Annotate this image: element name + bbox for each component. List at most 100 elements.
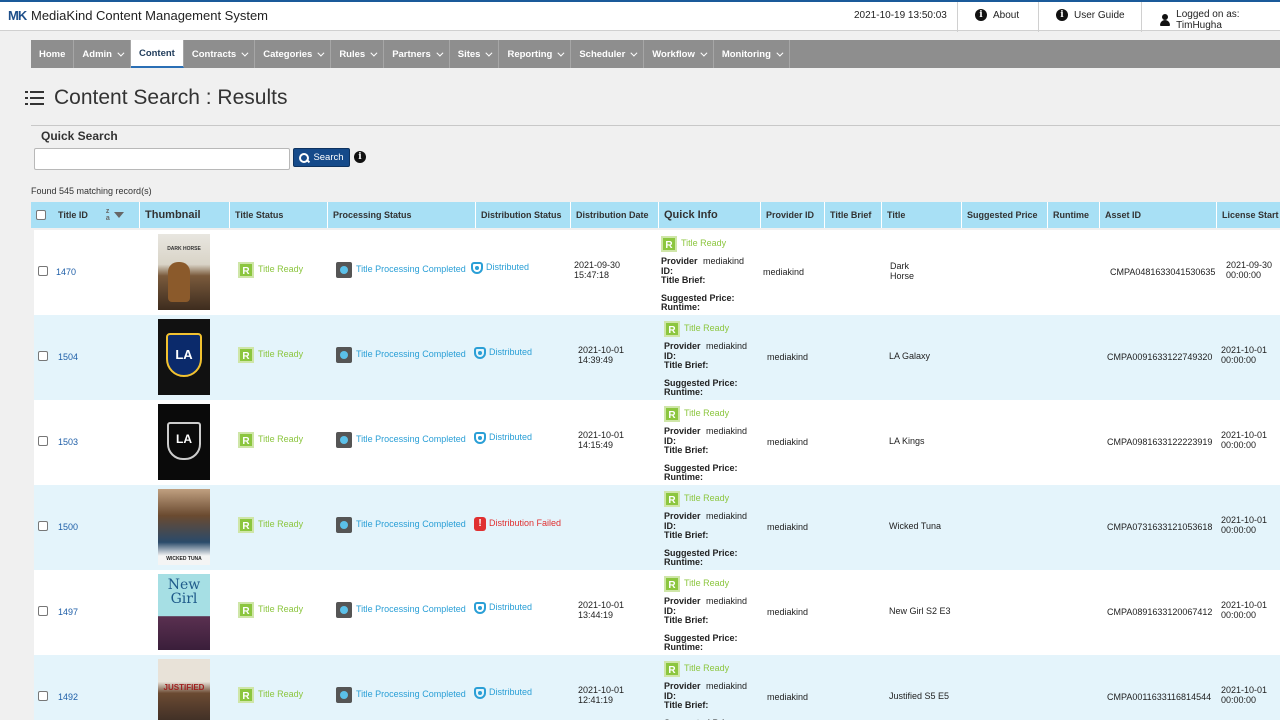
- title-status-label: Title Ready: [258, 349, 304, 360]
- column-header-distribution-status[interactable]: Distribution Status: [476, 202, 571, 228]
- distributed-icon: [471, 262, 483, 274]
- nav-item-rules[interactable]: Rules: [331, 40, 385, 68]
- column-header-title-status[interactable]: Title Status: [230, 202, 328, 228]
- title-id-link[interactable]: 1492: [58, 692, 78, 702]
- quick-info-provider: Provider ID: mediakind: [661, 256, 756, 276]
- nav-item-label: Home: [39, 48, 66, 60]
- table-row[interactable]: 1497 New Girl R Title Ready Title Processing …: [34, 570, 1280, 655]
- title-id-link[interactable]: 1504: [58, 352, 78, 362]
- quick-info-details: Provider ID:mediakindTitle Brief:Suggest…: [661, 256, 756, 313]
- user-menu[interactable]: Logged on as: TimHugha: [1159, 9, 1280, 31]
- quick-info-status-label: Title Ready: [684, 323, 730, 334]
- error-icon: !: [474, 517, 486, 531]
- title-id-link[interactable]: 1503: [58, 437, 78, 447]
- processing-status[interactable]: Title Processing Completed: [336, 517, 466, 533]
- quick-search-input[interactable]: [34, 148, 290, 170]
- processing-status-label: Title Processing Completed: [356, 264, 466, 275]
- column-header-asset-id[interactable]: Asset ID: [1100, 202, 1217, 228]
- processing-status[interactable]: Title Processing Completed: [336, 687, 466, 703]
- distribution-status[interactable]: Distributed: [474, 432, 532, 444]
- title-ready-icon: R: [238, 517, 254, 533]
- column-header-label: Suggested Price: [967, 210, 1038, 220]
- film-icon: [336, 262, 352, 278]
- distribution-status[interactable]: Distributed: [471, 262, 529, 274]
- nav-item-workflow[interactable]: Workflow: [644, 40, 714, 68]
- about-link[interactable]: i About: [975, 9, 1019, 21]
- distribution-status[interactable]: ! Distribution Failed: [474, 517, 561, 531]
- title-status: R Title Ready: [238, 347, 303, 363]
- nav-item-reporting[interactable]: Reporting: [499, 40, 572, 68]
- results-grid: Title ID z a Thumbnail Title Status Processin…: [31, 202, 1280, 720]
- license-start: 2021-10-01 00:00:00: [1221, 685, 1268, 705]
- thumbnail-la-kings[interactable]: LA: [158, 404, 210, 480]
- title-ready-icon: R: [238, 432, 254, 448]
- distribution-status[interactable]: Distributed: [474, 687, 532, 699]
- nav-item-partners[interactable]: Partners: [384, 40, 450, 68]
- row-checkbox[interactable]: [38, 266, 48, 276]
- table-row[interactable]: 1503 LA R Title Ready Title Processing Compl…: [34, 400, 1280, 485]
- quick-info-provider-value: mediakind: [706, 681, 748, 691]
- column-header-title[interactable]: Title: [882, 202, 962, 228]
- thumbnail-la-galaxy[interactable]: LA: [158, 319, 210, 395]
- processing-status[interactable]: Title Processing Completed: [336, 602, 466, 618]
- table-row[interactable]: 1504 LA R Title Ready Title Processing Compl…: [34, 315, 1280, 400]
- column-header-title-id[interactable]: Title ID z a: [53, 202, 140, 228]
- provider-id: mediakind: [763, 267, 805, 277]
- row-checkbox[interactable]: [38, 436, 48, 446]
- top-divider: [957, 2, 958, 32]
- nav-item-contracts[interactable]: Contracts: [184, 40, 256, 68]
- column-header-runtime[interactable]: Runtime: [1048, 202, 1100, 228]
- processing-status[interactable]: Title Processing Completed: [336, 432, 466, 448]
- nav-item-label: Workflow: [652, 48, 695, 60]
- nav-item-scheduler[interactable]: Scheduler: [571, 40, 645, 68]
- table-row[interactable]: 1500 WICKED TUNA R Title Ready Title Process…: [34, 485, 1280, 570]
- thumbnail-new-girl[interactable]: New Girl: [158, 574, 210, 650]
- title-ready-icon: R: [664, 491, 680, 507]
- nav-item-admin[interactable]: Admin: [74, 40, 131, 68]
- processing-status[interactable]: Title Processing Completed: [336, 347, 466, 363]
- nav-item-monitoring[interactable]: Monitoring: [714, 40, 790, 68]
- column-header-license-start[interactable]: License Start: [1217, 202, 1280, 228]
- quick-info-runtime-label: Runtime:: [664, 387, 703, 397]
- column-header-distribution-date[interactable]: Distribution Date: [571, 202, 659, 228]
- table-row[interactable]: 1492 JUSTIFIED R Title Ready Title Processin…: [34, 655, 1280, 720]
- column-header-suggested-price[interactable]: Suggested Price: [962, 202, 1048, 228]
- thumbnail-dark-horse[interactable]: DARK HORSE: [158, 234, 210, 310]
- select-all-checkbox[interactable]: [36, 210, 46, 220]
- title-id-link[interactable]: 1497: [58, 607, 78, 617]
- title-status-label: Title Ready: [258, 604, 304, 615]
- distribution-status[interactable]: Distributed: [474, 602, 532, 614]
- nav-item-content[interactable]: Content: [130, 40, 184, 68]
- nav-item-home[interactable]: Home: [31, 40, 75, 68]
- chevron-down-icon: [370, 49, 378, 57]
- title-id-link[interactable]: 1470: [56, 267, 76, 277]
- column-header-label: Provider ID: [766, 210, 815, 220]
- processing-status-label: Title Processing Completed: [356, 434, 466, 445]
- thumbnail-justified[interactable]: JUSTIFIED: [158, 659, 210, 720]
- distribution-status-label: Distributed: [486, 262, 530, 273]
- title-id-link[interactable]: 1500: [58, 522, 78, 532]
- processing-status[interactable]: Title Processing Completed: [336, 262, 466, 278]
- row-checkbox[interactable]: [38, 691, 48, 701]
- thumbnail-wicked-tuna[interactable]: WICKED TUNA: [158, 489, 210, 565]
- quick-info-provider-value: mediakind: [703, 256, 745, 266]
- nav-item-categories[interactable]: Categories: [255, 40, 332, 68]
- row-checkbox[interactable]: [38, 606, 48, 616]
- search-info-icon[interactable]: i: [354, 151, 366, 163]
- search-button[interactable]: Search: [293, 148, 350, 167]
- sort-desc-icon[interactable]: [113, 212, 124, 218]
- distribution-status[interactable]: Distributed: [474, 347, 532, 359]
- nav-item-sites[interactable]: Sites: [450, 40, 500, 68]
- column-header-title-brief[interactable]: Title Brief: [825, 202, 882, 228]
- row-checkbox[interactable]: [38, 521, 48, 531]
- column-header-quick-info[interactable]: Quick Info: [659, 202, 761, 228]
- column-header-provider-id[interactable]: Provider ID: [761, 202, 825, 228]
- column-header-thumbnail[interactable]: Thumbnail: [140, 202, 230, 228]
- column-header-processing-status[interactable]: Processing Status: [328, 202, 476, 228]
- table-row[interactable]: 1470 DARK HORSE R Title Ready Title Processi…: [34, 230, 1280, 315]
- quick-info-title-brief-label: Title Brief:: [664, 530, 709, 540]
- sort-icon[interactable]: za: [106, 208, 110, 222]
- row-checkbox[interactable]: [38, 351, 48, 361]
- user-guide-link[interactable]: i User Guide: [1056, 9, 1125, 21]
- page-header: Content Search : Results: [25, 86, 287, 110]
